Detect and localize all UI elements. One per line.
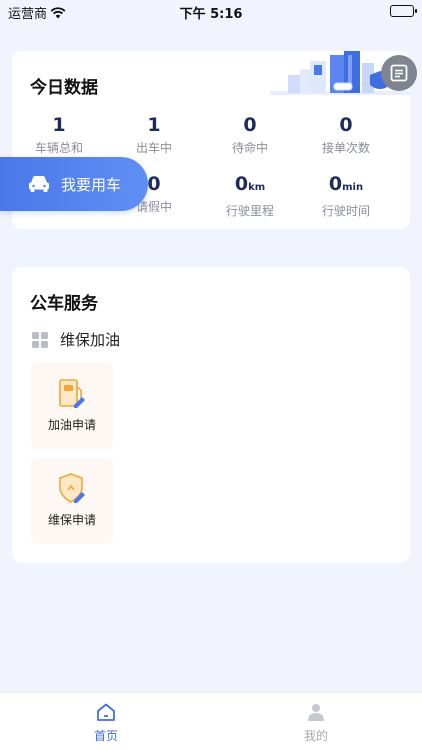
tab-home[interactable]: 首页 xyxy=(76,703,136,744)
stat-mileage: 0km 行驶里程 xyxy=(205,173,295,219)
status-bar: 运营商 下午 5:16 xyxy=(0,0,422,24)
stat-value: 0 xyxy=(243,114,257,136)
stat-label: 出车中 xyxy=(135,141,172,155)
tab-mine-label: 我的 xyxy=(303,729,328,743)
stats-card-title: 今日数据 xyxy=(30,78,98,98)
stat-on-trip: 1 出车中 xyxy=(109,114,199,156)
floating-menu-button[interactable] xyxy=(381,55,417,91)
stat-value: 1 xyxy=(147,114,161,136)
stat-value: 0 xyxy=(234,173,249,195)
bottom-tabbar: 首页 我的 xyxy=(0,692,422,750)
maintenance-request-label: 维保申请 xyxy=(47,513,96,527)
request-car-label: 我要用车 xyxy=(61,175,122,194)
grid-icon xyxy=(32,331,48,348)
stat-label: 待命中 xyxy=(231,141,268,155)
stat-value: 0 xyxy=(147,173,161,195)
battery-icon xyxy=(390,5,417,17)
stat-orders-accepted: 0 接单次数 xyxy=(301,114,391,156)
stat-value: 0 xyxy=(339,114,353,136)
service-category-label: 维保加油 xyxy=(60,331,121,349)
stat-label: 行驶时间 xyxy=(321,204,370,218)
home-icon xyxy=(97,703,115,721)
tab-mine[interactable]: 我的 xyxy=(286,703,346,744)
tab-home-label: 首页 xyxy=(93,729,118,743)
stat-drive-time: 0min 行驶时间 xyxy=(301,173,391,219)
fuel-request-tile[interactable]: 加油申请 xyxy=(31,363,113,449)
request-car-button[interactable]: 我要用车 xyxy=(0,157,148,211)
maintenance-request-icon xyxy=(59,473,85,503)
fuel-request-label: 加油申请 xyxy=(47,418,96,432)
vehicle-service-card: 公车服务 维保加油 加油申请 维保申请 xyxy=(12,267,410,563)
maintenance-request-tile[interactable]: 维保申请 xyxy=(31,458,113,544)
stat-value: 0 xyxy=(328,173,343,195)
stat-value: 1 xyxy=(52,114,66,136)
stat-label: 车辆总和 xyxy=(34,141,83,155)
fuel-request-icon xyxy=(59,379,85,408)
stat-label: 接单次数 xyxy=(321,141,370,155)
service-card-title: 公车服务 xyxy=(30,294,98,314)
clock: 下午 5:16 xyxy=(179,7,243,22)
document-icon xyxy=(390,64,408,82)
stat-label: 行驶里程 xyxy=(225,204,274,218)
stat-total-vehicles: 1 车辆总和 xyxy=(14,114,104,156)
stat-standby: 0 待命中 xyxy=(205,114,295,156)
car-icon xyxy=(29,176,49,192)
service-category: 维保加油 xyxy=(32,329,120,350)
stat-unit: km xyxy=(248,182,266,193)
stat-unit: min xyxy=(342,182,364,193)
user-icon xyxy=(308,704,324,721)
